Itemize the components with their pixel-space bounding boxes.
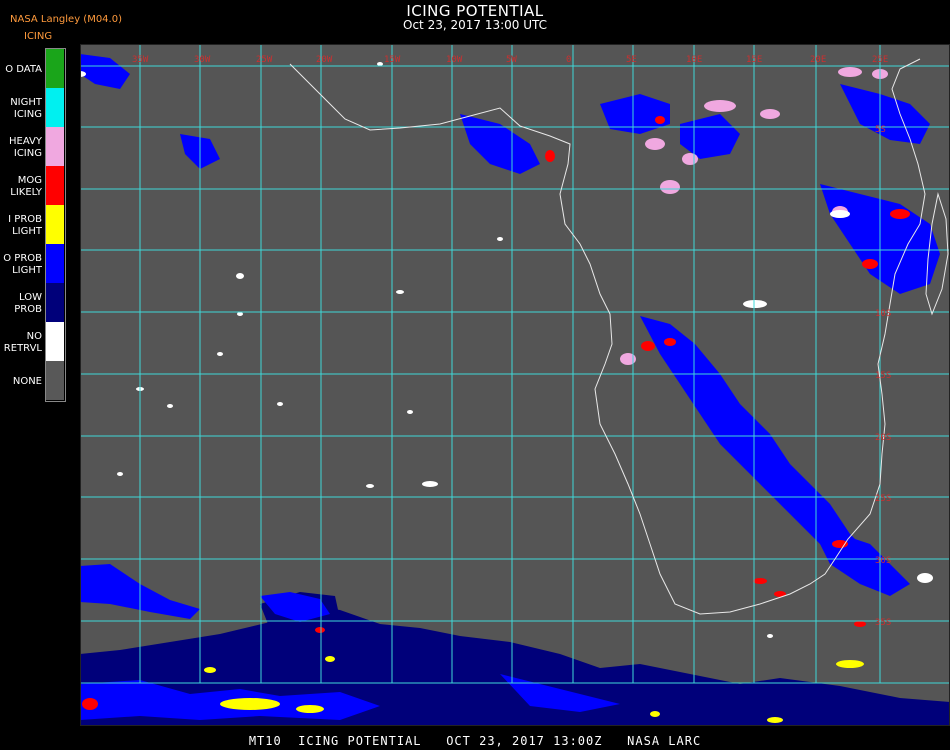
- svg-text:30S: 30S: [875, 556, 891, 566]
- svg-text:20E: 20E: [810, 55, 826, 65]
- svg-text:35W: 35W: [132, 55, 149, 65]
- legend-frame: [45, 48, 66, 402]
- legend-label-heavy-icing: HEAVY ICING: [9, 136, 42, 159]
- legend-label-none: NONE: [12, 376, 42, 387]
- svg-text:20W: 20W: [316, 55, 333, 65]
- svg-text:25W: 25W: [256, 55, 273, 65]
- svg-text:15W: 15W: [384, 55, 401, 65]
- legend-label-no-retrieval: NO RETRVL: [3, 331, 42, 354]
- product-label: ICING: [24, 31, 53, 42]
- svg-text:25S: 25S: [875, 494, 891, 504]
- legend-label-hi-prob-light: I PROB LIGHT: [8, 214, 42, 237]
- svg-text:35S: 35S: [875, 618, 891, 628]
- svg-text:10E: 10E: [686, 55, 702, 65]
- legend-label-night-icing: NIGHT ICING: [10, 97, 42, 120]
- svg-text:15S: 15S: [875, 371, 891, 381]
- legend-label-lo-prob-light: O PROB LIGHT: [3, 253, 42, 276]
- svg-text:5W: 5W: [506, 55, 517, 65]
- map-timestamp: Oct 23, 2017 13:00 UTC: [403, 18, 547, 32]
- svg-text:20S: 20S: [875, 433, 891, 443]
- legend-label-mog-likely: MOG LIKELY: [10, 175, 42, 198]
- svg-text:15E: 15E: [746, 55, 762, 65]
- svg-text:10W: 10W: [446, 55, 463, 65]
- svg-text:0: 0: [566, 55, 571, 65]
- legend-label-no-data: O DATA: [5, 64, 42, 75]
- footer-caption: MT10 ICING POTENTIAL OCT 23, 2017 13:00Z…: [248, 734, 702, 748]
- svg-text:25E: 25E: [872, 55, 888, 65]
- icing-map: 35W 30W 25W 20W 15W 10W 5W 0 5E 10E 15E …: [80, 44, 950, 726]
- legend-label-low-prob: LOW PROB: [14, 292, 42, 315]
- svg-text:5E: 5E: [626, 55, 637, 65]
- svg-text:30W: 30W: [194, 55, 211, 65]
- svg-text:5S: 5S: [875, 125, 886, 135]
- svg-text:10S: 10S: [875, 309, 891, 319]
